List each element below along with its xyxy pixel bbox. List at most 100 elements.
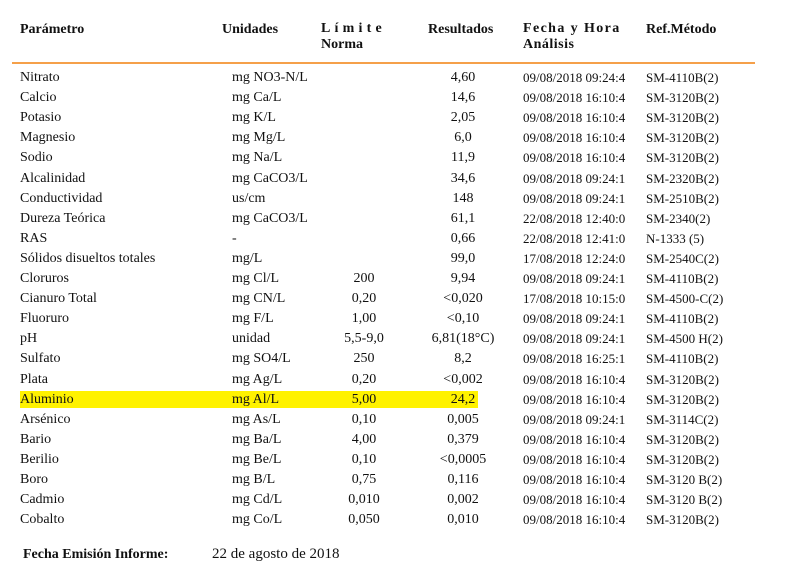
report-date-value: 22 de agosto de 2018 [212,546,340,562]
cell-ref-metodo: SM-4500 H(2) [646,331,723,347]
cell-ref-metodo: SM-3120 B(2) [646,492,723,508]
cell-resultado: 9,94 [450,271,476,286]
cell-resultado: 11,9 [451,150,475,166]
table-row: Sodio mg Na/L 11,9 09/08/2018 16:10:4 SM-312… [0,148,800,168]
table-row: Cloruros mg Cl/L 200 9,94 09/08/2018 09:24:1… [0,269,800,289]
cell-ref-metodo: SM-3120B(2) [646,391,719,407]
table-row: Berilio mg Be/L 0,10 <0,0005 09/08/2018 16:1… [0,450,800,470]
cell-ref-metodo: SM-4110B(2) [646,70,719,85]
cell-parametro: pH [20,331,38,347]
cell-unidades: mg CaCO3/L [232,170,308,186]
cell-fecha-analisis: 09/08/2018 09:24:1 [523,271,626,286]
cell-limite-norma: 200 [353,271,375,286]
cell-fecha-analisis: 09/08/2018 09:24:1 [523,170,626,186]
header-norma: Norma [321,37,363,52]
header-ref-metodo: Ref.Método [646,22,717,37]
cell-unidades: mg Ca/L [232,90,282,106]
cell-fecha-analisis: 09/08/2018 09:24:4 [523,70,626,85]
table-row: Sólidos disueltos totales mg/L 99,0 17/08/2… [0,249,800,269]
cell-resultado: 0,005 [447,411,479,427]
cell-ref-metodo: SM-3120B(2) [646,150,719,166]
table-row: Dureza Teórica mg CaCO3/L 61,1 22/08/2018 1… [0,209,800,229]
cell-parametro: Dureza Teórica [20,210,106,226]
cell-ref-metodo: SM-3120B(2) [646,451,719,467]
cell-unidades: - [232,230,237,246]
cell-ref-metodo: SM-3120B(2) [646,371,719,387]
cell-fecha-analisis: 09/08/2018 16:10:4 [523,391,626,407]
cell-fecha-analisis: 09/08/2018 16:10:4 [523,130,626,146]
cell-parametro: Cobalto [20,512,65,528]
cell-fecha-analisis: 17/08/2018 10:15:0 [523,291,626,307]
cell-ref-metodo: SM-3120B(2) [646,90,719,106]
table-row: Fluoruro mg F/L 1,00 <0,10 09/08/2018 09:24:… [0,309,800,329]
table-row: Cadmio mg Cd/L 0,010 0,002 09/08/2018 16:10:… [0,490,800,510]
cell-fecha-analisis: 09/08/2018 09:24:1 [523,311,626,327]
cell-ref-metodo: SM-4110B(2) [646,351,719,367]
cell-unidades: mg Mg/L [232,130,286,146]
table-row: Nitrato mg NO3-N/L 4,60 09/08/2018 09:24:4 S… [0,68,800,88]
cell-parametro: Sulfato [20,351,61,367]
cell-ref-metodo: SM-4500-C(2) [646,291,724,307]
cell-fecha-analisis: 17/08/2018 12:24:0 [523,250,626,266]
cell-unidades: mg As/L [232,411,281,427]
cell-resultado: 0,116 [447,472,479,487]
cell-parametro: Berilio [20,451,59,467]
table-row: Boro mg B/L 0,75 0,116 09/08/2018 16:10:4 SM-… [0,470,800,490]
cell-unidades: mg F/L [232,311,274,327]
cell-unidades: us/cm [232,190,266,206]
cell-limite-norma: 0,050 [348,512,380,528]
header-divider [12,62,755,64]
cell-parametro: Cadmio [20,492,65,508]
cell-resultado: 99,0 [450,250,476,266]
cell-resultado: 14,6 [450,90,476,106]
cell-limite-norma: 0,20 [351,371,377,387]
header-fecha-hora: Fecha y Hora [523,21,621,36]
cell-parametro: Sólidos disueltos totales [20,250,156,266]
cell-fecha-analisis: 09/08/2018 16:10:4 [523,512,626,528]
cell-ref-metodo: SM-2340(2) [646,210,711,226]
cell-resultado: <0,0005 [439,451,487,467]
cell-parametro: Aluminio [20,391,74,407]
table-row: Alcalinidad mg CaCO3/L 34,6 09/08/2018 09:2… [0,169,800,189]
cell-unidades: mg Ba/L [232,431,282,447]
table-row: Magnesio mg Mg/L 6,0 09/08/2018 16:10:4 SM-3… [0,128,800,148]
header-analisis: Análisis [523,37,575,52]
table-row: Arsénico mg As/L 0,10 0,005 09/08/2018 09:24… [0,410,800,430]
cell-resultado: 6,81(18°C) [431,331,495,347]
header-unidades: Unidades [222,22,279,37]
cell-resultado: 24,2 [450,391,476,407]
table-row: Calcio mg Ca/L 14,6 09/08/2018 16:10:4 SM-31… [0,88,800,108]
cell-ref-metodo: SM-2320B(2) [646,170,719,186]
cell-resultado: 8,2 [454,351,472,367]
cell-ref-metodo: SM-2510B(2) [646,190,719,206]
cell-limite-norma: 4,00 [351,431,377,447]
cell-fecha-analisis: 09/08/2018 09:24:1 [523,411,626,427]
cell-parametro: Cloruros [20,271,69,286]
table-row: Bario mg Ba/L 4,00 0,379 09/08/2018 16:10:4 S… [0,430,800,450]
cell-unidades: mg Cl/L [232,271,280,286]
table-row: pH unidad 5,5-9,0 6,81(18°C) 09/08/2018 09:2… [0,329,800,349]
cell-ref-metodo: N-1333 (5) [646,230,705,246]
cell-fecha-analisis: 09/08/2018 09:24:1 [523,190,626,206]
cell-unidades: mg B/L [232,472,276,487]
cell-resultado: 61,1 [450,210,476,226]
header-resultados: Resultados [428,22,494,37]
cell-fecha-analisis: 09/08/2018 16:10:4 [523,371,626,387]
cell-fecha-analisis: 09/08/2018 16:10:4 [523,492,626,508]
header-parametro: Parámetro [20,22,85,37]
cell-unidades: mg/L [232,250,263,266]
cell-parametro: Conductividad [20,190,103,206]
cell-limite-norma: 0,20 [351,291,377,307]
cell-resultado: 4,60 [450,70,476,85]
cell-parametro: Bario [20,431,52,447]
cell-resultado: 0,379 [447,431,479,447]
cell-resultado: 148 [452,190,474,206]
cell-fecha-analisis: 09/08/2018 16:10:4 [523,110,626,126]
cell-ref-metodo: SM-3120B(2) [646,110,719,126]
cell-fecha-analisis: 22/08/2018 12:41:0 [523,230,626,246]
cell-unidades: mg CaCO3/L [232,210,308,226]
cell-limite-norma: 250 [353,351,375,367]
cell-resultado: 0,002 [447,492,479,508]
cell-limite-norma: 1,00 [351,311,377,327]
table-row: Cobalto mg Co/L 0,050 0,010 09/08/2018 16:10… [0,510,800,530]
